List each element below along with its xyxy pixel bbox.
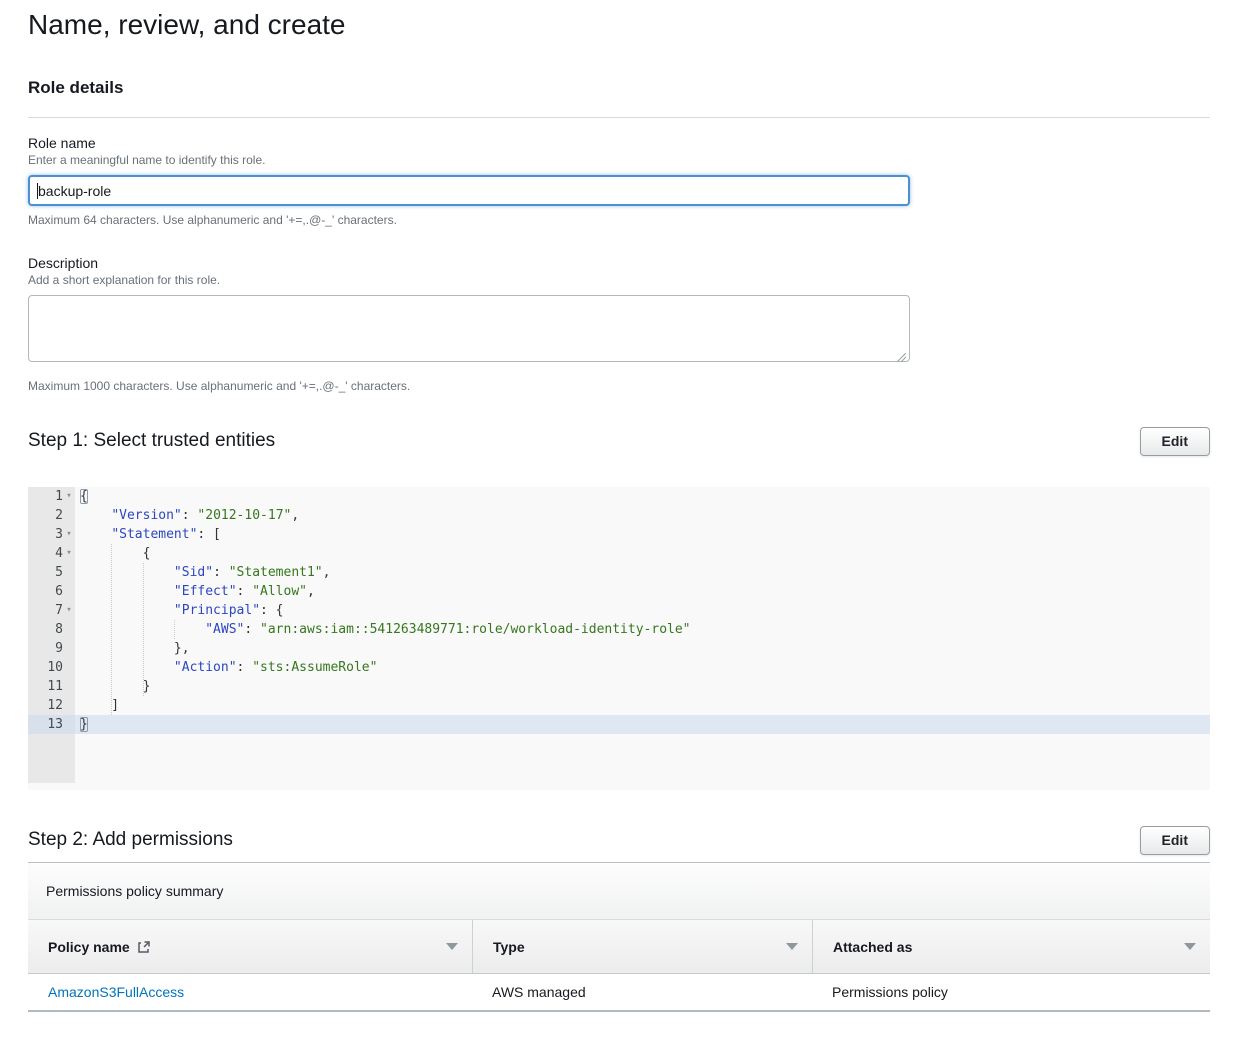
gutter-line: 10 <box>28 658 75 677</box>
filter-triangle-icon[interactable] <box>446 943 458 950</box>
description-field-group: Description Add a short explanation for … <box>28 254 1210 394</box>
gutter-line: 13 <box>28 715 75 734</box>
role-name-constraint: Maximum 64 characters. Use alphanumeric … <box>28 212 1210 228</box>
fold-caret-icon[interactable]: ▾ <box>63 525 75 544</box>
description-constraint: Maximum 1000 characters. Use alphanumeri… <box>28 378 1210 394</box>
gutter-line: 6 <box>28 582 75 601</box>
code-line: "Action": "sts:AssumeRole" <box>75 658 1210 677</box>
code-line: { <box>75 487 1210 506</box>
section-divider <box>28 117 1210 118</box>
table-row: AmazonS3FullAccess AWS managedPermissions… <box>28 974 1210 1012</box>
column-header-attached-as[interactable]: Attached as <box>812 920 1210 973</box>
description-label: Description <box>28 254 1210 272</box>
fold-caret-icon[interactable]: ▾ <box>63 601 75 620</box>
indent-guide <box>143 563 144 696</box>
fold-caret-icon[interactable]: ▾ <box>63 544 75 563</box>
code-line: "Principal": { <box>75 601 1210 620</box>
code-line: "Version": "2012-10-17", <box>75 506 1210 525</box>
code-line: "AWS": "arn:aws:iam::541263489771:role/w… <box>75 620 1210 639</box>
step2-edit-button[interactable]: Edit <box>1140 826 1210 855</box>
step2-header: Step 2: Add permissions Edit <box>28 825 1210 855</box>
gutter-line: 12 <box>28 696 75 715</box>
gutter-line: 5 <box>28 563 75 582</box>
role-details-heading: Role details <box>28 78 123 98</box>
description-textarea[interactable] <box>28 295 910 362</box>
trust-policy-editor[interactable]: 1▾23▾4▾567▾8910111213 { "Version": "2012… <box>28 487 1210 790</box>
gutter-line: 3▾ <box>28 525 75 544</box>
code-line: } <box>75 677 1210 696</box>
code-line: "Statement": [ <box>75 525 1210 544</box>
external-link-icon <box>137 940 151 954</box>
code-line: } <box>75 715 1210 734</box>
indent-guide <box>174 620 175 639</box>
description-help: Add a short explanation for this role. <box>28 272 1210 288</box>
policy-table-header: Policy name Type Attached as <box>28 920 1210 974</box>
resize-handle-icon[interactable] <box>897 353 906 362</box>
fold-caret-icon[interactable]: ▾ <box>63 487 75 506</box>
gutter-line: 9 <box>28 639 75 658</box>
policy-table-body: AmazonS3FullAccess AWS managedPermissions… <box>28 974 1210 1012</box>
step1-edit-button[interactable]: Edit <box>1140 427 1210 456</box>
policy-attached-as-cell: Permissions policy <box>812 984 1210 1000</box>
code-line: "Sid": "Statement1", <box>75 563 1210 582</box>
column-header-type[interactable]: Type <box>472 920 812 973</box>
policy-type-cell: AWS managed <box>472 984 812 1000</box>
gutter-line: 1▾ <box>28 487 75 506</box>
code-line: }, <box>75 639 1210 658</box>
editor-code[interactable]: { "Version": "2012-10-17", "Statement": … <box>75 487 1210 790</box>
code-line: ] <box>75 696 1210 715</box>
permissions-panel-title: Permissions policy summary <box>28 863 1210 920</box>
indent-guide <box>111 544 112 715</box>
step1-header: Step 1: Select trusted entities Edit <box>28 426 1210 456</box>
step1-heading: Step 1: Select trusted entities <box>28 430 275 452</box>
role-name-field-group: Role name Enter a meaningful name to ide… <box>28 134 1210 228</box>
gutter-line: 8 <box>28 620 75 639</box>
permissions-panel: Permissions policy summary Policy name T… <box>28 862 1210 1012</box>
editor-gutter: 1▾23▾4▾567▾8910111213 <box>28 487 75 783</box>
gutter-line: 11 <box>28 677 75 696</box>
column-header-policy-name[interactable]: Policy name <box>28 920 472 973</box>
gutter-line: 4▾ <box>28 544 75 563</box>
policy-name-link[interactable]: AmazonS3FullAccess <box>48 984 184 1000</box>
gutter-line: 7▾ <box>28 601 75 620</box>
text-caret <box>37 183 38 199</box>
filter-triangle-icon[interactable] <box>786 943 798 950</box>
role-name-label: Role name <box>28 134 1210 152</box>
filter-triangle-icon[interactable] <box>1184 943 1196 950</box>
page-title: Name, review, and create <box>28 9 346 41</box>
role-name-input[interactable] <box>28 175 910 206</box>
step2-heading: Step 2: Add permissions <box>28 829 233 851</box>
code-line: { <box>75 544 1210 563</box>
role-name-help: Enter a meaningful name to identify this… <box>28 152 1210 168</box>
gutter-line: 2 <box>28 506 75 525</box>
code-line: "Effect": "Allow", <box>75 582 1210 601</box>
